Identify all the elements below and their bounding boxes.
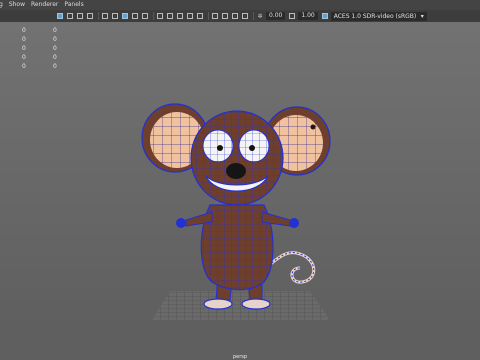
hud-value: 0 [53, 36, 57, 43]
hud-value: 0 [22, 63, 26, 70]
head [190, 110, 284, 206]
ground-grid-lines [152, 291, 330, 320]
hud-value: 0 [22, 36, 26, 43]
hud-row: 0 0 [0, 62, 70, 71]
scene-render [141, 103, 331, 320]
hud-value: 0 [22, 54, 26, 61]
hud-value: 0 [53, 27, 57, 34]
hud-value: 0 [22, 45, 26, 52]
hud-row: 0 0 [0, 44, 70, 53]
hud-row: 0 0 [0, 53, 70, 62]
hud-row: 0 0 [0, 26, 70, 35]
hud-value: 0 [53, 45, 57, 52]
hud-row: 0 0 [0, 35, 70, 44]
hud-value: 0 [53, 63, 57, 70]
hud-value: 0 [22, 27, 26, 34]
maya-window: g Show Renderer Panels ✲ 0.00 1.00 ACES … [0, 0, 480, 360]
heads-up-display: 0 0 0 0 0 0 0 0 0 0 [0, 26, 70, 71]
hud-value: 0 [53, 54, 57, 61]
camera-label: persp [232, 354, 248, 360]
